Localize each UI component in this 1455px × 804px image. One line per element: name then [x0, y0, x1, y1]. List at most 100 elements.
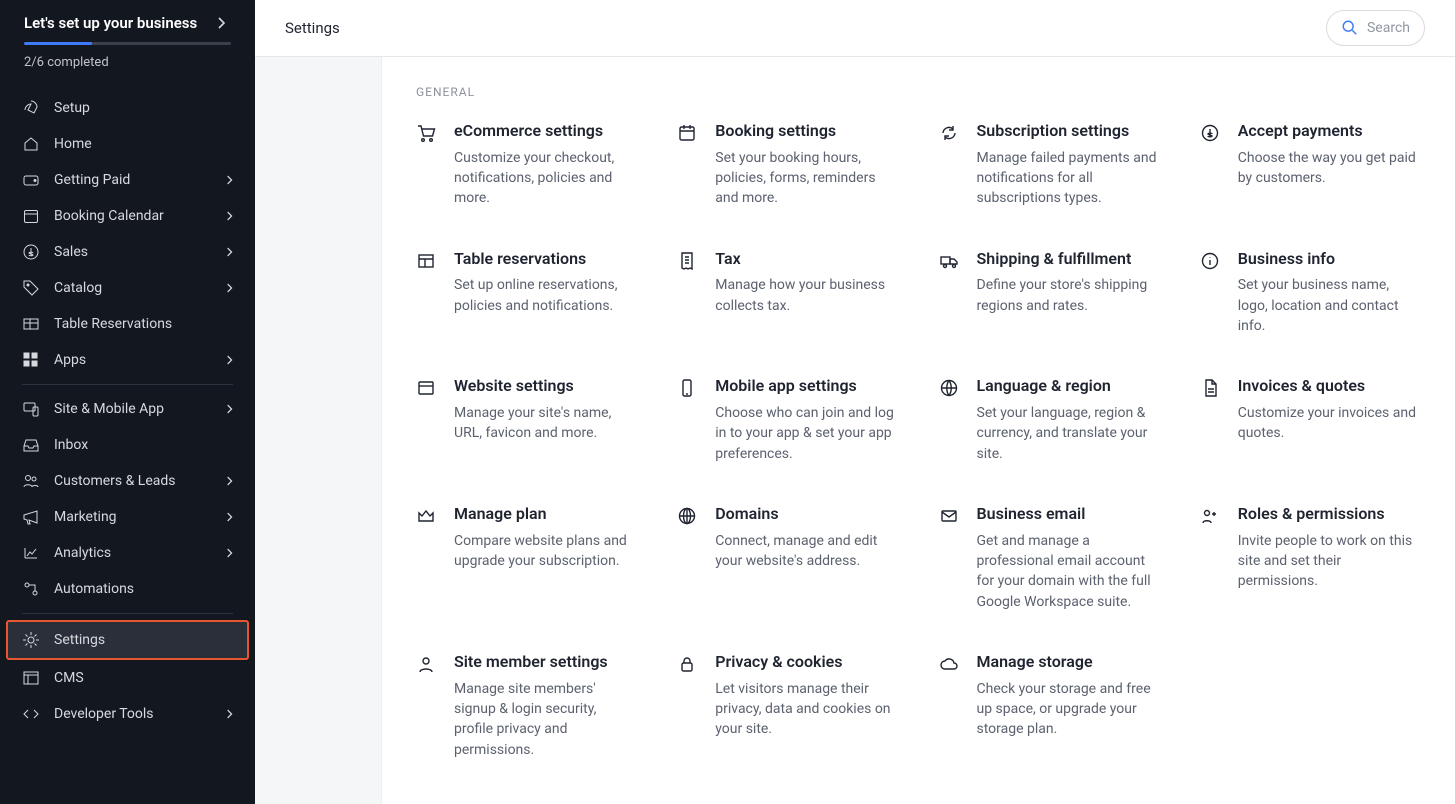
code-icon — [22, 705, 40, 723]
tile-title: eCommerce settings — [454, 121, 637, 142]
device-icon — [22, 400, 40, 418]
sidebar-item-label: Developer Tools — [54, 706, 223, 722]
settings-tile-domains[interactable]: Domains Connect, manage and edit your web… — [677, 504, 898, 612]
sidebar-item-label: Analytics — [54, 545, 223, 561]
sidebar-item-developer-tools[interactable]: Developer Tools — [0, 696, 255, 732]
sidebar-item-table-reservations[interactable]: Table Reservations — [0, 306, 255, 342]
sidebar-item-label: Inbox — [54, 437, 237, 453]
settings-tile-business-info[interactable]: Business infoSet your business name, log… — [1200, 249, 1421, 337]
settings-tile-manage-plan[interactable]: Manage planCompare website plans and upg… — [416, 504, 637, 612]
tile-title: Domains — [715, 504, 898, 525]
tile-desc: Let visitors manage their privacy, data … — [715, 679, 898, 740]
settings-tile-subscription-settings[interactable]: Subscription settingsManage failed payme… — [939, 121, 1160, 209]
doc-icon — [1200, 378, 1220, 398]
sidebar-item-cms[interactable]: CMS — [0, 660, 255, 696]
search-icon — [1341, 19, 1359, 37]
crown-icon — [416, 506, 436, 526]
settings-tile-accept-payments[interactable]: Accept paymentsChoose the way you get pa… — [1200, 121, 1421, 209]
sidebar-item-getting-paid[interactable]: Getting Paid — [0, 162, 255, 198]
tile-desc: Manage site members' signup & login secu… — [454, 679, 637, 760]
tile-desc: Set your booking hours, policies, forms,… — [715, 148, 898, 209]
settings-tile-mobile-app-settings[interactable]: Mobile app settingsChoose who can join a… — [677, 376, 898, 464]
sidebar: Let's set up your business 2/6 completed… — [0, 0, 255, 804]
sidebar-item-label: Site & Mobile App — [54, 401, 223, 417]
tile-desc: Define your store's shipping regions and… — [977, 275, 1160, 316]
tile-desc: Manage your site's name, URL, favicon an… — [454, 403, 637, 444]
sidebar-item-inbox[interactable]: Inbox — [0, 427, 255, 463]
globe-icon — [939, 378, 959, 398]
sidebar-item-booking-calendar[interactable]: Booking Calendar — [0, 198, 255, 234]
sidebar-item-site-mobile-app[interactable]: Site & Mobile App — [0, 391, 255, 427]
page-title: Settings — [285, 19, 340, 37]
sidebar-item-sales[interactable]: Sales — [0, 234, 255, 270]
settings-tile-tax[interactable]: TaxManage how your business collects tax… — [677, 249, 898, 337]
settings-tile-business-email[interactable]: Business emailGet and manage a professio… — [939, 504, 1160, 612]
sidebar-item-label: CMS — [54, 670, 237, 686]
content-scroll[interactable]: GENERAL eCommerce settingsCustomize your… — [255, 57, 1455, 804]
tile-title: Invoices & quotes — [1238, 376, 1421, 397]
settings-tile-website-settings[interactable]: Website settingsManage your site's name,… — [416, 376, 637, 464]
calendar-icon — [22, 207, 40, 225]
settings-tile-site-member-settings[interactable]: Site member settingsManage site members'… — [416, 652, 637, 760]
topbar: Settings Search — [255, 0, 1455, 57]
sidebar-nav: Setup Home Getting Paid Booking Calendar Sal… — [0, 86, 255, 736]
tile-desc: Connect, manage and edit your website's … — [715, 531, 898, 572]
sidebar-item-home[interactable]: Home — [0, 126, 255, 162]
tile-title: Accept payments — [1238, 121, 1421, 142]
inbox-icon — [22, 436, 40, 454]
search-input[interactable]: Search — [1326, 10, 1425, 46]
settings-tile-table-reservations[interactable]: Table reservationsSet up online reservat… — [416, 249, 637, 337]
table-icon — [22, 315, 40, 333]
tile-title: Roles & permissions — [1238, 504, 1421, 525]
chevron-right-icon — [223, 546, 237, 560]
sidebar-item-catalog[interactable]: Catalog — [0, 270, 255, 306]
sidebar-item-apps[interactable]: Apps — [0, 342, 255, 378]
settings-tile-invoices-quotes[interactable]: Invoices & quotesCustomize your invoices… — [1200, 376, 1421, 464]
roles-icon — [1200, 506, 1220, 526]
mega-icon — [22, 508, 40, 526]
sidebar-item-marketing[interactable]: Marketing — [0, 499, 255, 535]
settings-tile-shipping-fulfillment[interactable]: Shipping & fulfillmentDefine your store'… — [939, 249, 1160, 337]
settings-tile-privacy-cookies[interactable]: Privacy & cookiesLet visitors manage the… — [677, 652, 898, 760]
grid-icon — [22, 351, 40, 369]
tile-desc: Compare website plans and upgrade your s… — [454, 531, 637, 572]
sidebar-item-label: Apps — [54, 352, 223, 368]
tile-title: Table reservations — [454, 249, 637, 270]
settings-tile-language-region[interactable]: Language & regionSet your language, regi… — [939, 376, 1160, 464]
cloud-icon — [939, 654, 959, 674]
settings-tile-booking-settings[interactable]: Booking settingsSet your booking hours, … — [677, 121, 898, 209]
setup-banner[interactable]: Let's set up your business 2/6 completed — [0, 0, 255, 86]
dollar-icon — [22, 243, 40, 261]
sidebar-item-automations[interactable]: Automations — [0, 571, 255, 607]
sidebar-item-settings[interactable]: Settings — [6, 620, 249, 660]
search-placeholder: Search — [1367, 20, 1410, 36]
settings-tile-ecommerce-settings[interactable]: eCommerce settingsCustomize your checkou… — [416, 121, 637, 209]
chevron-right-icon — [213, 14, 231, 32]
sidebar-item-label: Setup — [54, 100, 237, 116]
window-icon — [416, 378, 436, 398]
sidebar-item-label: Catalog — [54, 280, 223, 296]
sidebar-item-analytics[interactable]: Analytics — [0, 535, 255, 571]
tile-desc: Set your business name, logo, location a… — [1238, 275, 1421, 336]
sidebar-item-setup[interactable]: Setup — [0, 90, 255, 126]
settings-tile-manage-storage[interactable]: Manage storageCheck your storage and fre… — [939, 652, 1160, 760]
sidebar-item-label: Sales — [54, 244, 223, 260]
globe2-icon — [677, 506, 697, 526]
chevron-right-icon — [223, 281, 237, 295]
refresh-icon — [939, 123, 959, 143]
nav-separator — [22, 384, 233, 385]
tile-desc: Set your language, region & currency, an… — [977, 403, 1160, 464]
info-icon — [1200, 251, 1220, 271]
chevron-right-icon — [223, 402, 237, 416]
settings-tile-roles-permissions[interactable]: Roles & permissionsInvite people to work… — [1200, 504, 1421, 612]
chevron-right-icon — [223, 209, 237, 223]
sidebar-item-label: Booking Calendar — [54, 208, 223, 224]
sidebar-item-customers-leads[interactable]: Customers & Leads — [0, 463, 255, 499]
sidebar-item-label: Getting Paid — [54, 172, 223, 188]
setup-title: Let's set up your business — [24, 14, 197, 32]
chevron-right-icon — [223, 510, 237, 524]
chevron-right-icon — [223, 173, 237, 187]
tile-desc: Choose who can join and log in to your a… — [715, 403, 898, 464]
mail-icon — [939, 506, 959, 526]
setup-progress-fill — [24, 42, 92, 45]
